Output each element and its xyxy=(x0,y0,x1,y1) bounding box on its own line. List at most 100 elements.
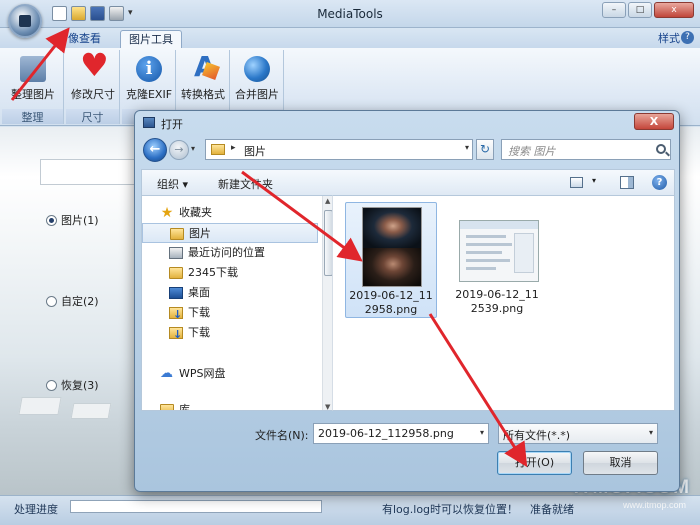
nav-item-recent-places[interactable]: 最近访问的位置 xyxy=(142,243,318,263)
clone-exif-button[interactable]: i 克隆EXIF xyxy=(122,54,176,102)
convert-icon xyxy=(190,53,216,82)
scroll-thumb[interactable] xyxy=(324,210,332,276)
organize-images-button[interactable]: 整理图片 xyxy=(6,54,60,102)
app-titlebar: ▾ MediaTools – □ x xyxy=(0,0,700,28)
nav-wps-label: WPS网盘 xyxy=(179,367,226,380)
status-ready: 准备就绪 xyxy=(530,503,574,516)
watermark-site: www.itmop.com xyxy=(622,500,686,510)
tab-image-tools[interactable]: 图片工具 xyxy=(120,30,182,48)
nav-item-label: 下载 xyxy=(188,326,210,339)
sort-images-icon xyxy=(20,56,46,82)
nav-scrollbar[interactable]: ▲ ▼ xyxy=(322,196,332,410)
forward-arrow-icon[interactable]: → xyxy=(169,140,189,160)
navigation-pane: ★ 收藏夹 图片 最近访问的位置 2345下载 桌面 下载 下载 ☁ xyxy=(141,195,333,411)
breadcrumb-pictures[interactable]: 图片 xyxy=(244,143,266,159)
open-button[interactable]: 打开(O) xyxy=(497,451,572,475)
folder-icon xyxy=(170,228,184,240)
change-view-icon[interactable] xyxy=(570,177,583,188)
status-message: 有log.log时可以恢复位置！ xyxy=(382,503,519,516)
nav-libraries[interactable]: 库 xyxy=(142,400,318,410)
nav-item-label: 2345下载 xyxy=(188,266,238,279)
file-item[interactable]: 2019-06-12_112958.png xyxy=(345,202,437,318)
file-list: 2019-06-12_112958.png 2019-06-12_112539.… xyxy=(333,195,675,411)
progress-label: 处理进度 xyxy=(14,503,58,516)
thumbnail-photo xyxy=(363,208,421,248)
organize-menu[interactable]: 组织 ▾ xyxy=(157,176,188,192)
nav-wps-cloud[interactable]: ☁ WPS网盘 xyxy=(142,364,318,384)
star-icon: ★ xyxy=(160,205,174,221)
minimize-icon[interactable]: – xyxy=(602,2,626,18)
filename-label: 文件名(N): xyxy=(255,429,309,442)
nav-item-pictures[interactable]: 图片 xyxy=(142,223,318,243)
organize-images-label: 整理图片 xyxy=(11,88,55,101)
address-bar[interactable]: ▸ 图片 ▾ xyxy=(205,139,473,160)
filename-input[interactable]: 2019-06-12_112958.png ▾ xyxy=(313,423,489,444)
radio-indicator xyxy=(46,295,57,307)
cancel-button[interactable]: 取消 xyxy=(583,451,658,475)
close-icon[interactable]: x xyxy=(654,2,694,18)
convert-format-button[interactable]: 转换格式 xyxy=(176,53,230,102)
ribbon-group-organize: 整理图片 整理 xyxy=(2,50,64,124)
search-placeholder: 搜索 图片 xyxy=(508,145,556,158)
app-logo[interactable] xyxy=(8,4,42,38)
ribbon-group-caption: 整理 xyxy=(2,109,63,124)
radio-images[interactable]: 图片(1) xyxy=(46,212,99,228)
new-folder-button[interactable]: 新建文件夹 xyxy=(218,176,273,192)
window-controls: – □ x xyxy=(602,2,694,18)
clone-exif-label: 克隆EXIF xyxy=(125,88,173,101)
main-input[interactable] xyxy=(40,159,136,185)
ribbon-tabs: 像查看 图片工具 xyxy=(0,28,700,48)
file-type-value: 所有文件(*.*) xyxy=(503,429,571,442)
merge-images-label: 合并图片 xyxy=(235,88,279,101)
back-arrow-icon[interactable]: ← xyxy=(143,138,167,162)
nav-item-desktop[interactable]: 桌面 xyxy=(142,283,318,303)
nav-favorites-label: 收藏夹 xyxy=(179,206,212,219)
maximize-icon[interactable]: □ xyxy=(628,2,652,18)
convert-format-label: 转换格式 xyxy=(181,88,225,101)
help-icon[interactable]: ? xyxy=(652,175,667,190)
progress-bar xyxy=(70,500,322,513)
merge-images-button[interactable]: 合并图片 xyxy=(230,54,284,102)
cloud-icon: ☁ xyxy=(160,366,173,381)
search-input[interactable]: 搜索 图片 xyxy=(501,139,671,160)
scroll-down-icon[interactable]: ▼ xyxy=(325,403,330,410)
dialog-toolbar: 组织 ▾ 新建文件夹 ▾ ? xyxy=(141,169,675,195)
breadcrumb-separator-icon[interactable]: ▸ xyxy=(231,143,236,153)
nav-favorites[interactable]: ★ 收藏夹 xyxy=(142,203,318,223)
dialog-titlebar: 打开 X xyxy=(135,111,679,133)
filename-dropdown-icon[interactable]: ▾ xyxy=(480,428,484,437)
thumbnail-detail xyxy=(466,243,512,246)
nav-item-label: 图片 xyxy=(189,227,211,240)
filename-area: 文件名(N): 2019-06-12_112958.png ▾ 所有文件(*.*… xyxy=(141,411,675,487)
style-menu[interactable]: 样式 xyxy=(658,30,680,46)
radio-label: 自定(2) xyxy=(61,295,99,308)
nav-item-downloads-2[interactable]: 下载 xyxy=(142,323,318,345)
address-dropdown-icon[interactable]: ▾ xyxy=(465,143,469,152)
radio-restore[interactable]: 恢复(3) xyxy=(46,377,99,393)
preview-pane-icon[interactable] xyxy=(620,176,634,189)
resize-button[interactable]: 修改尺寸 xyxy=(66,49,120,102)
help-icon[interactable]: ? xyxy=(681,31,694,44)
nav-item-2345-downloads[interactable]: 2345下载 xyxy=(142,263,318,283)
scroll-up-icon[interactable]: ▲ xyxy=(325,197,330,205)
download-folder-icon xyxy=(169,325,183,345)
thumbnail-detail xyxy=(514,233,534,273)
search-icon[interactable] xyxy=(656,144,666,154)
close-icon[interactable]: X xyxy=(634,113,674,130)
radio-indicator xyxy=(46,379,57,391)
file-item[interactable]: 2019-06-12_112539.png xyxy=(451,202,543,318)
app-title: MediaTools xyxy=(317,7,383,21)
thumbnail-photo xyxy=(363,248,421,286)
desktop-icon xyxy=(169,287,183,299)
file-type-select[interactable]: 所有文件(*.*) ▾ xyxy=(498,423,658,444)
radio-label: 图片(1) xyxy=(61,214,99,227)
nav-item-downloads[interactable]: 下载 xyxy=(142,303,318,325)
recent-pages-dropdown-icon[interactable]: ▾ xyxy=(191,144,195,153)
folder-icon xyxy=(211,144,225,155)
file-name: 2019-06-12_112539.png xyxy=(455,288,539,315)
refresh-icon[interactable]: ↻ xyxy=(476,139,494,160)
background-decoration xyxy=(70,403,112,419)
radio-label: 恢复(3) xyxy=(61,379,99,392)
radio-custom[interactable]: 自定(2) xyxy=(46,293,99,309)
view-dropdown-icon[interactable]: ▾ xyxy=(592,176,596,185)
